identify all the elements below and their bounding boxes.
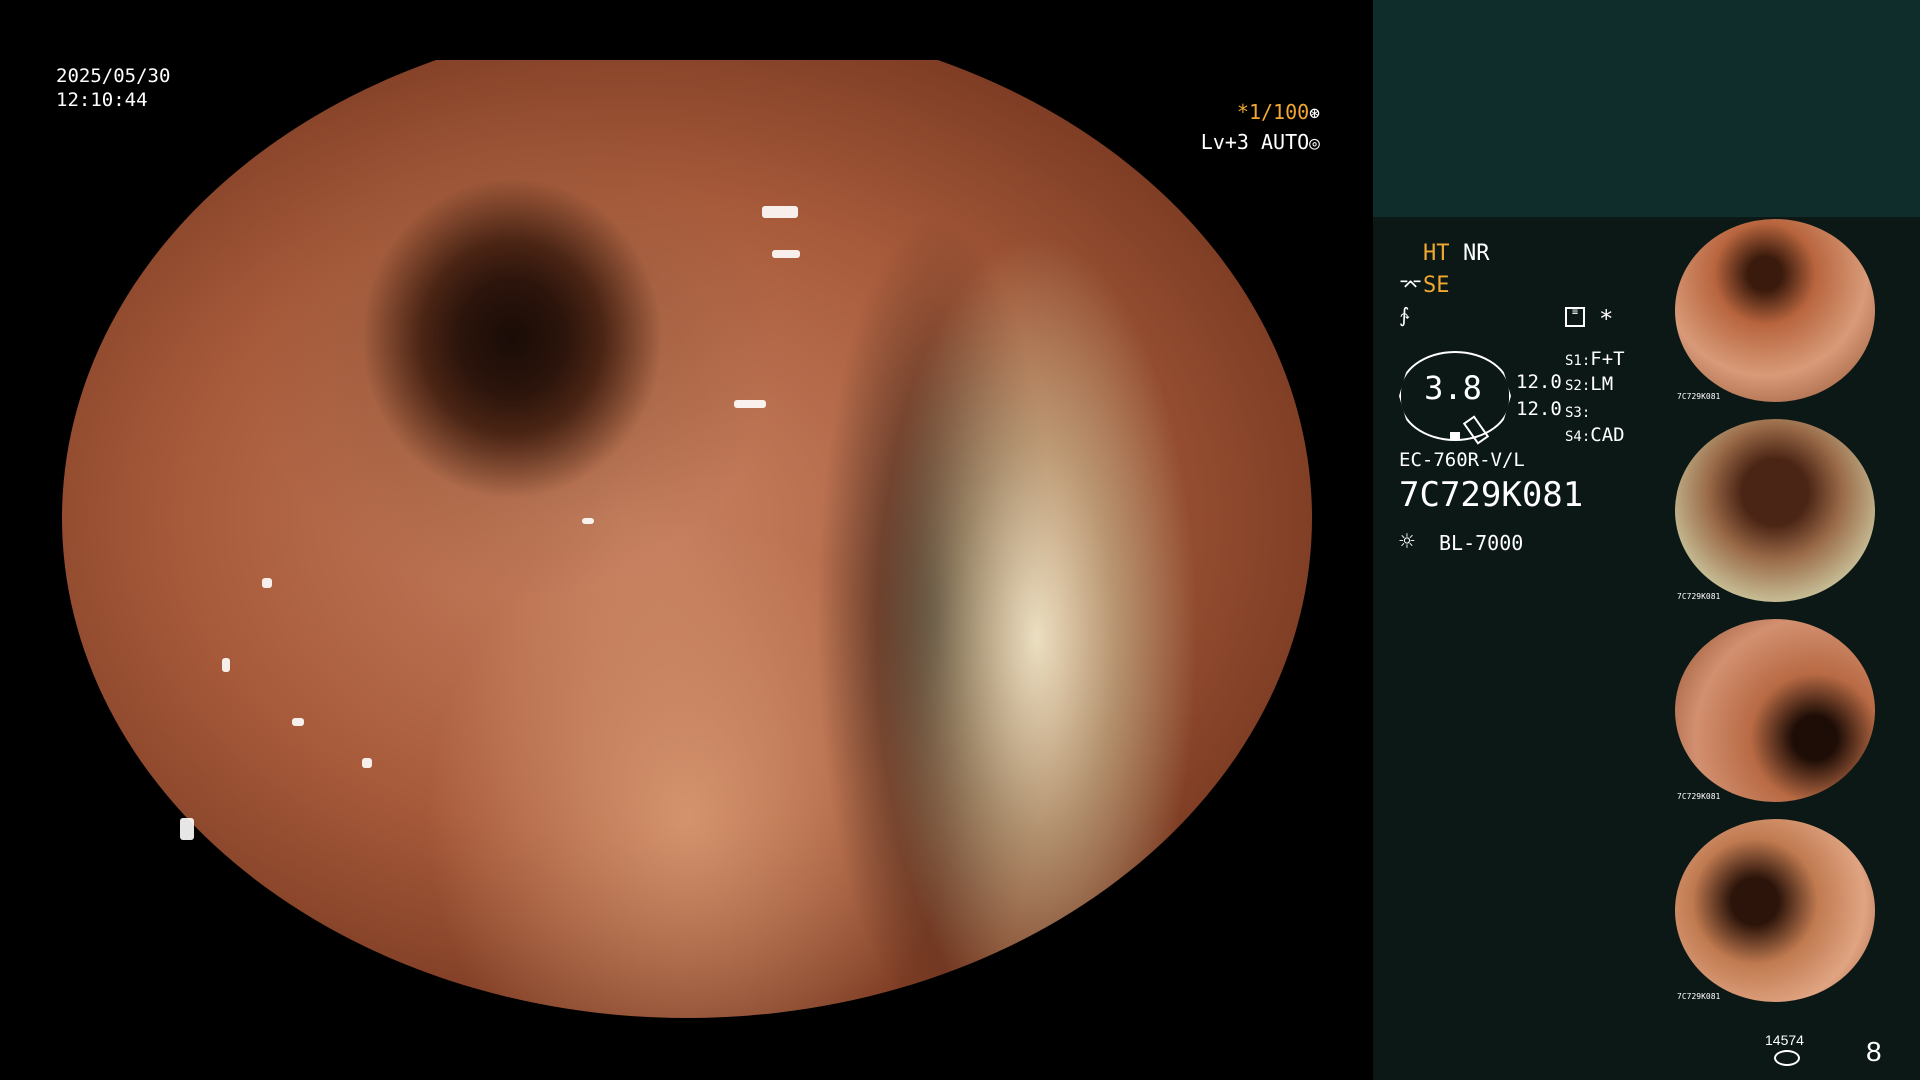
frame-count: 14574 [1765,1032,1804,1048]
shutter-speed: *1/100⊛ [1190,98,1320,128]
switch-1-key: S1: [1565,353,1591,369]
iris-level-label: Lv+3 AUTO [1200,130,1310,154]
mask-top [0,0,1373,60]
mask-bottom [0,1018,1373,1080]
thumbnail-3[interactable]: 7C729K081 [1671,617,1920,805]
zoom-value: 3.8 [1424,369,1482,407]
aperture-icon: ⊛ [1309,103,1320,124]
scope-serial: 7C729K081 [1399,475,1584,515]
thumbnail-1[interactable]: 7C729K081 [1671,217,1920,405]
switch-4-value: CAD [1590,424,1625,446]
thumbnail-image [1675,819,1875,1002]
light-reflection [582,518,594,524]
settings-icon: ≡ [1565,307,1585,327]
endoscope-main-view: 2025/05/30 12:10:44 *1/100⊛ Lv+3 AUTO◎ [0,0,1373,1080]
light-reflection [262,578,272,588]
image-count: 8 [1866,1036,1882,1067]
se-indicator: SE [1423,273,1450,298]
light-reflection [180,818,194,840]
switch-4-key: S4: [1565,429,1591,445]
endoscope-image [62,18,1312,1018]
light-reflection [734,400,766,408]
thumbnail-caption: 7C729K081 [1677,992,1721,1001]
processor-settings: HT NR ⌤ SE ∱ ≡ * 3.8 12.0 12.0 S1:F+T S2… [1373,217,1670,1080]
iris-icon: ◎ [1309,133,1320,154]
scope-model: EC-760R-V/L [1399,449,1525,471]
thumbnail-4[interactable]: 7C729K081 [1671,817,1920,1005]
structure-enhance-icon: ⌤ [1399,273,1423,297]
light-source-icon: ☼ [1399,527,1415,557]
light-reflection [222,658,230,672]
switch-1-value: F+T [1590,348,1625,370]
panel-header-area [1373,0,1920,217]
signal-icon: ∱ [1399,303,1410,327]
nr-indicator: NR [1463,241,1490,266]
switch-2-key: S2: [1565,378,1591,394]
thumbnail-caption: 7C729K081 [1677,792,1721,801]
thumbnail-image [1675,619,1875,802]
date-label: 2025/05/30 [56,65,171,87]
switch-3-key: S3: [1565,405,1591,421]
time-label: 12:10:44 [56,89,148,111]
switch-3: S3: [1565,400,1590,422]
date-time: 2025/05/30 12:10:44 [56,64,170,112]
asterisk-icon: * [1599,305,1614,333]
storage-icon [1774,1050,1800,1066]
light-reflection [772,250,800,258]
light-reflection [292,718,304,726]
exposure-info: *1/100⊛ Lv+3 AUTO◎ [1190,98,1320,158]
switch-1: S1:F+T [1565,348,1625,370]
thumbnail-caption: 7C729K081 [1677,392,1721,401]
thumbnail-caption: 7C729K081 [1677,592,1721,601]
switch-4: S4:CAD [1565,424,1625,446]
thumbnail-2[interactable]: 7C729K081 [1671,417,1920,605]
light-reflection [362,758,372,768]
iris-mode: Lv+3 AUTO◎ [1190,128,1320,158]
switch-2: S2:LM [1565,373,1613,395]
thumbnail-image [1675,419,1875,602]
light-source-label: BL-7000 [1439,531,1524,555]
value-2: 12.0 [1516,398,1562,420]
light-reflection [762,206,798,218]
ht-indicator: HT [1423,241,1450,266]
switch-2-value: LM [1590,373,1614,395]
value-1: 12.0 [1516,371,1562,393]
thumbnail-image [1675,219,1875,402]
shutter-speed-label: *1/100 [1236,100,1310,124]
zoom-marker [1450,432,1460,440]
status-panel: HT NR ⌤ SE ∱ ≡ * 3.8 12.0 12.0 S1:F+T S2… [1373,0,1920,1080]
